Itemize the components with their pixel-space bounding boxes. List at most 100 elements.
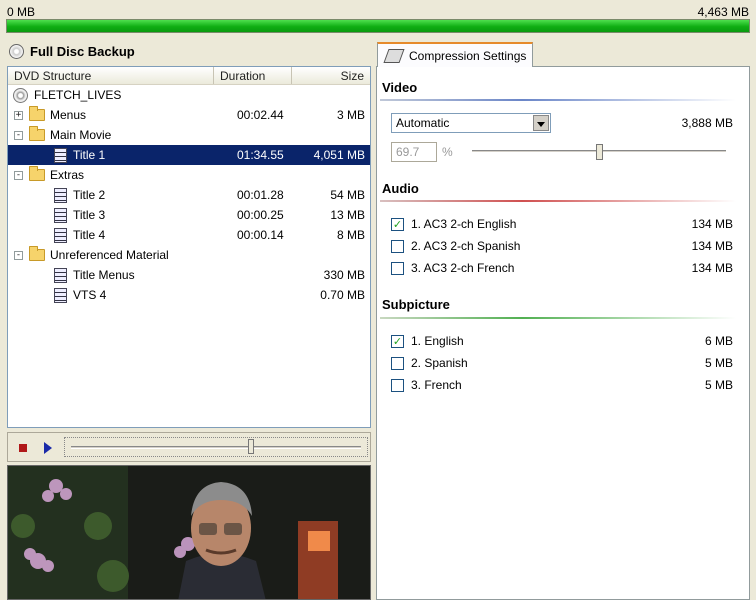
tree-row-size: 13 MB — [330, 208, 365, 222]
tree-row[interactable]: - Extras — [8, 165, 370, 185]
tree-row-label: Menus — [50, 108, 87, 122]
tree-row-size: 8 MB — [336, 228, 365, 242]
tree-row-name-cell: - Extras — [14, 166, 85, 182]
tree-row[interactable]: Title 4 00:00.14 8 MB — [8, 225, 370, 245]
video-frame-image — [8, 466, 370, 599]
capacity-track — [6, 19, 750, 33]
folder-icon — [29, 166, 45, 181]
tree-row-duration: 00:02.44 — [237, 108, 284, 122]
folder-icon — [29, 246, 45, 261]
subpicture-section-divider — [380, 317, 736, 319]
audio-track-size: 134 MB — [691, 261, 733, 275]
disc-structure-panel: Full Disc Backup DVD Structure Duration … — [7, 38, 371, 430]
audio-track-checkbox[interactable]: ✓ — [391, 218, 404, 231]
tree-row-label: Title 1 — [73, 148, 106, 162]
compression-settings-icon — [383, 48, 405, 63]
play-button[interactable] — [44, 442, 52, 454]
capacity-fill — [7, 20, 749, 32]
tree-row[interactable]: Title Menus 330 MB — [8, 265, 370, 285]
subpicture-track-checkbox[interactable] — [391, 379, 404, 392]
audio-track-checkbox[interactable] — [391, 240, 404, 253]
tree-row-name-cell: Title Menus — [54, 267, 135, 283]
audio-section-heading: Audio — [382, 181, 419, 196]
backup-mode-header[interactable]: Full Disc Backup — [7, 38, 371, 64]
collapse-icon[interactable]: - — [14, 170, 23, 180]
video-mode-value: Automatic — [396, 116, 450, 130]
folder-icon — [29, 126, 45, 141]
collapse-icon[interactable]: - — [14, 250, 23, 260]
tree-row-label: Unreferenced Material — [50, 248, 169, 262]
tree-row[interactable]: + Menus 00:02.44 3 MB — [8, 105, 370, 125]
disc-icon — [13, 87, 28, 103]
tree-row-name-cell: + Menus — [14, 106, 87, 122]
seek-track — [71, 446, 361, 449]
tree-row-name-cell: - Unreferenced Material — [14, 246, 169, 262]
compression-settings-panel: Video Automatic 3,888 MB 69.7 % Audio ✓ 1… — [376, 66, 750, 600]
tree-row-size: 330 MB — [323, 268, 365, 282]
tree-row-duration: 00:01.28 — [237, 188, 284, 202]
tree-row-name-cell: FLETCH_LIVES — [13, 87, 121, 103]
tree-row-label: Main Movie — [50, 128, 112, 142]
disc-icon — [9, 43, 24, 59]
subpicture-track-label[interactable]: 3. French — [411, 378, 462, 392]
tree-row-size: 4,051 MB — [313, 148, 365, 162]
tree-row-size: 0.70 MB — [320, 288, 365, 302]
film-icon — [54, 227, 67, 243]
tree-row[interactable]: - Unreferenced Material — [8, 245, 370, 265]
tree-row[interactable]: Title 2 00:01.28 54 MB — [8, 185, 370, 205]
backup-mode-title: Full Disc Backup — [30, 43, 135, 59]
column-header-size[interactable]: Size — [292, 67, 370, 84]
stop-button[interactable] — [19, 444, 27, 452]
audio-track-checkbox[interactable] — [391, 262, 404, 275]
tree-row[interactable]: Title 1 01:34.55 4,051 MB — [8, 145, 370, 165]
tree-row-size: 54 MB — [330, 188, 365, 202]
expand-icon[interactable]: + — [14, 110, 23, 120]
tree-row-name-cell: - Main Movie — [14, 126, 112, 142]
subpicture-track-checkbox[interactable]: ✓ — [391, 335, 404, 348]
tab-compression-settings-label: Compression Settings — [409, 48, 527, 63]
tree-row-label: Title Menus — [73, 268, 135, 282]
tree-row-label: Extras — [50, 168, 85, 182]
film-icon — [54, 187, 67, 203]
tree-row-label: Title 3 — [73, 208, 106, 222]
tree-row-label: Title 2 — [73, 188, 106, 202]
tree-row-name-cell: VTS 4 — [54, 287, 107, 303]
film-icon — [54, 267, 67, 283]
video-quality-slider-thumb[interactable] — [595, 144, 603, 160]
subpicture-track-size: 5 MB — [704, 378, 733, 392]
audio-track-label[interactable]: 3. AC3 2-ch French — [411, 261, 514, 275]
capacity-max-label: 4,463 MB — [697, 5, 749, 19]
film-icon — [54, 207, 67, 223]
audio-track-size: 134 MB — [691, 217, 733, 231]
tree-row-name-cell: Title 2 — [54, 187, 106, 203]
capacity-bar: 0 MB 4,463 MB — [0, 0, 756, 36]
column-headers: DVD Structure Duration Size — [8, 67, 370, 85]
subpicture-track-label[interactable]: 2. Spanish — [411, 356, 468, 370]
film-icon — [54, 287, 67, 303]
subpicture-track-checkbox[interactable] — [391, 357, 404, 370]
tree-row-label: VTS 4 — [73, 288, 107, 302]
tree-row[interactable]: - Main Movie — [8, 125, 370, 145]
column-header-structure[interactable]: DVD Structure — [8, 67, 214, 84]
audio-track-label[interactable]: 2. AC3 2-ch Spanish — [411, 239, 520, 253]
seek-bar[interactable] — [64, 437, 368, 457]
tree-row[interactable]: Title 3 00:00.25 13 MB — [8, 205, 370, 225]
tree-row-label: Title 4 — [73, 228, 106, 242]
chevron-down-icon[interactable] — [533, 115, 549, 131]
seek-thumb[interactable] — [248, 439, 255, 454]
tree-row-duration: 00:00.25 — [237, 208, 284, 222]
subpicture-track-label[interactable]: 1. English — [411, 334, 464, 348]
dvd-structure-tree[interactable]: DVD Structure Duration Size FLETCH_LIVES… — [7, 66, 371, 428]
audio-track-label[interactable]: 1. AC3 2-ch English — [411, 217, 516, 231]
video-quality-slider[interactable] — [472, 144, 726, 160]
tree-row[interactable]: FLETCH_LIVES — [8, 85, 370, 105]
video-mode-select[interactable]: Automatic — [391, 113, 551, 133]
tree-row[interactable]: VTS 4 0.70 MB — [8, 285, 370, 305]
audio-section-divider — [380, 200, 736, 202]
tab-compression-settings[interactable]: Compression Settings — [377, 42, 533, 67]
video-percent-input[interactable]: 69.7 — [391, 142, 437, 162]
column-header-duration[interactable]: Duration — [214, 67, 292, 84]
percent-sign: % — [442, 145, 453, 159]
subpicture-track-size: 6 MB — [704, 334, 733, 348]
collapse-icon[interactable]: - — [14, 130, 23, 140]
